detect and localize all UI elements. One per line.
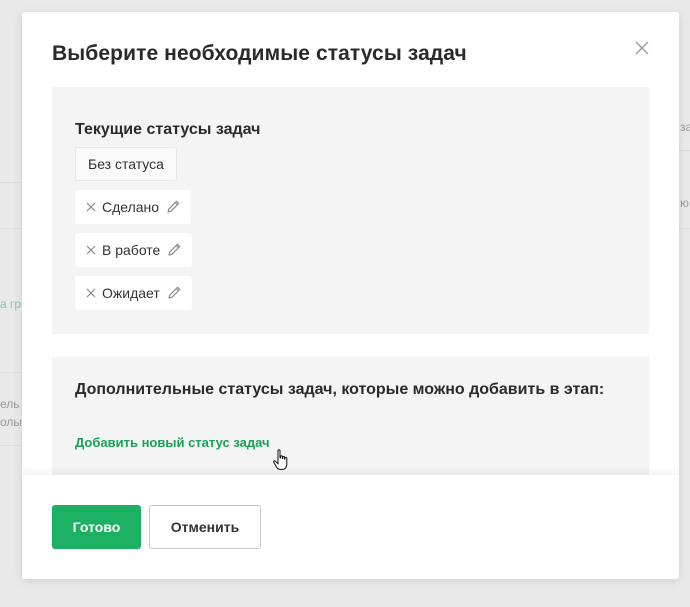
edit-status-icon[interactable]	[165, 199, 181, 215]
default-status-chip: Без статуса	[75, 147, 177, 181]
extra-statuses-heading: Дополнительные статусы задач, которые мо…	[75, 381, 605, 398]
status-label: Ожидает	[102, 285, 160, 301]
bg-divider	[0, 372, 22, 373]
bg-divider	[0, 182, 22, 183]
status-modal: Выберите необходимые статусы задач Текущ…	[22, 12, 679, 579]
extra-statuses-panel: Дополнительные статусы задач, которые мо…	[52, 357, 649, 487]
close-button[interactable]	[634, 40, 650, 56]
bg-text: ю	[680, 196, 689, 210]
cancel-button[interactable]: Отменить	[149, 505, 261, 549]
bg-divider	[0, 228, 22, 229]
status-chip: В работе	[75, 233, 193, 267]
modal-title: Выберите необходимые статусы задач	[52, 42, 467, 65]
remove-status-icon[interactable]	[86, 288, 96, 298]
bg-divider	[679, 150, 690, 151]
status-label: Сделано	[102, 199, 160, 215]
remove-status-icon[interactable]	[86, 202, 96, 212]
default-status-label: Без статуса	[88, 156, 164, 172]
edit-status-icon[interactable]	[166, 285, 182, 301]
status-label: В работе	[102, 242, 161, 258]
current-statuses-heading: Текущие статусы задач	[75, 121, 261, 138]
bg-divider	[0, 445, 22, 446]
bg-divider	[679, 228, 690, 229]
bg-text: ель	[0, 397, 20, 411]
edit-status-icon[interactable]	[166, 242, 182, 258]
remove-status-icon[interactable]	[86, 245, 96, 255]
current-statuses-panel: Текущие статусы задач Без статуса Сделан…	[52, 87, 649, 334]
close-icon	[635, 41, 649, 55]
done-button[interactable]: Готово	[52, 505, 141, 549]
hand-pointer-icon	[273, 449, 288, 470]
status-chip: Сделано	[75, 190, 192, 224]
add-status-link[interactable]: Добавить новый статус задач	[75, 435, 270, 450]
status-chip: Ожидает	[75, 276, 192, 310]
bg-text: за	[680, 120, 690, 134]
bg-text: олы	[0, 415, 23, 429]
bg-link: а гр	[0, 297, 22, 311]
modal-footer: Готово Отменить	[22, 475, 679, 579]
